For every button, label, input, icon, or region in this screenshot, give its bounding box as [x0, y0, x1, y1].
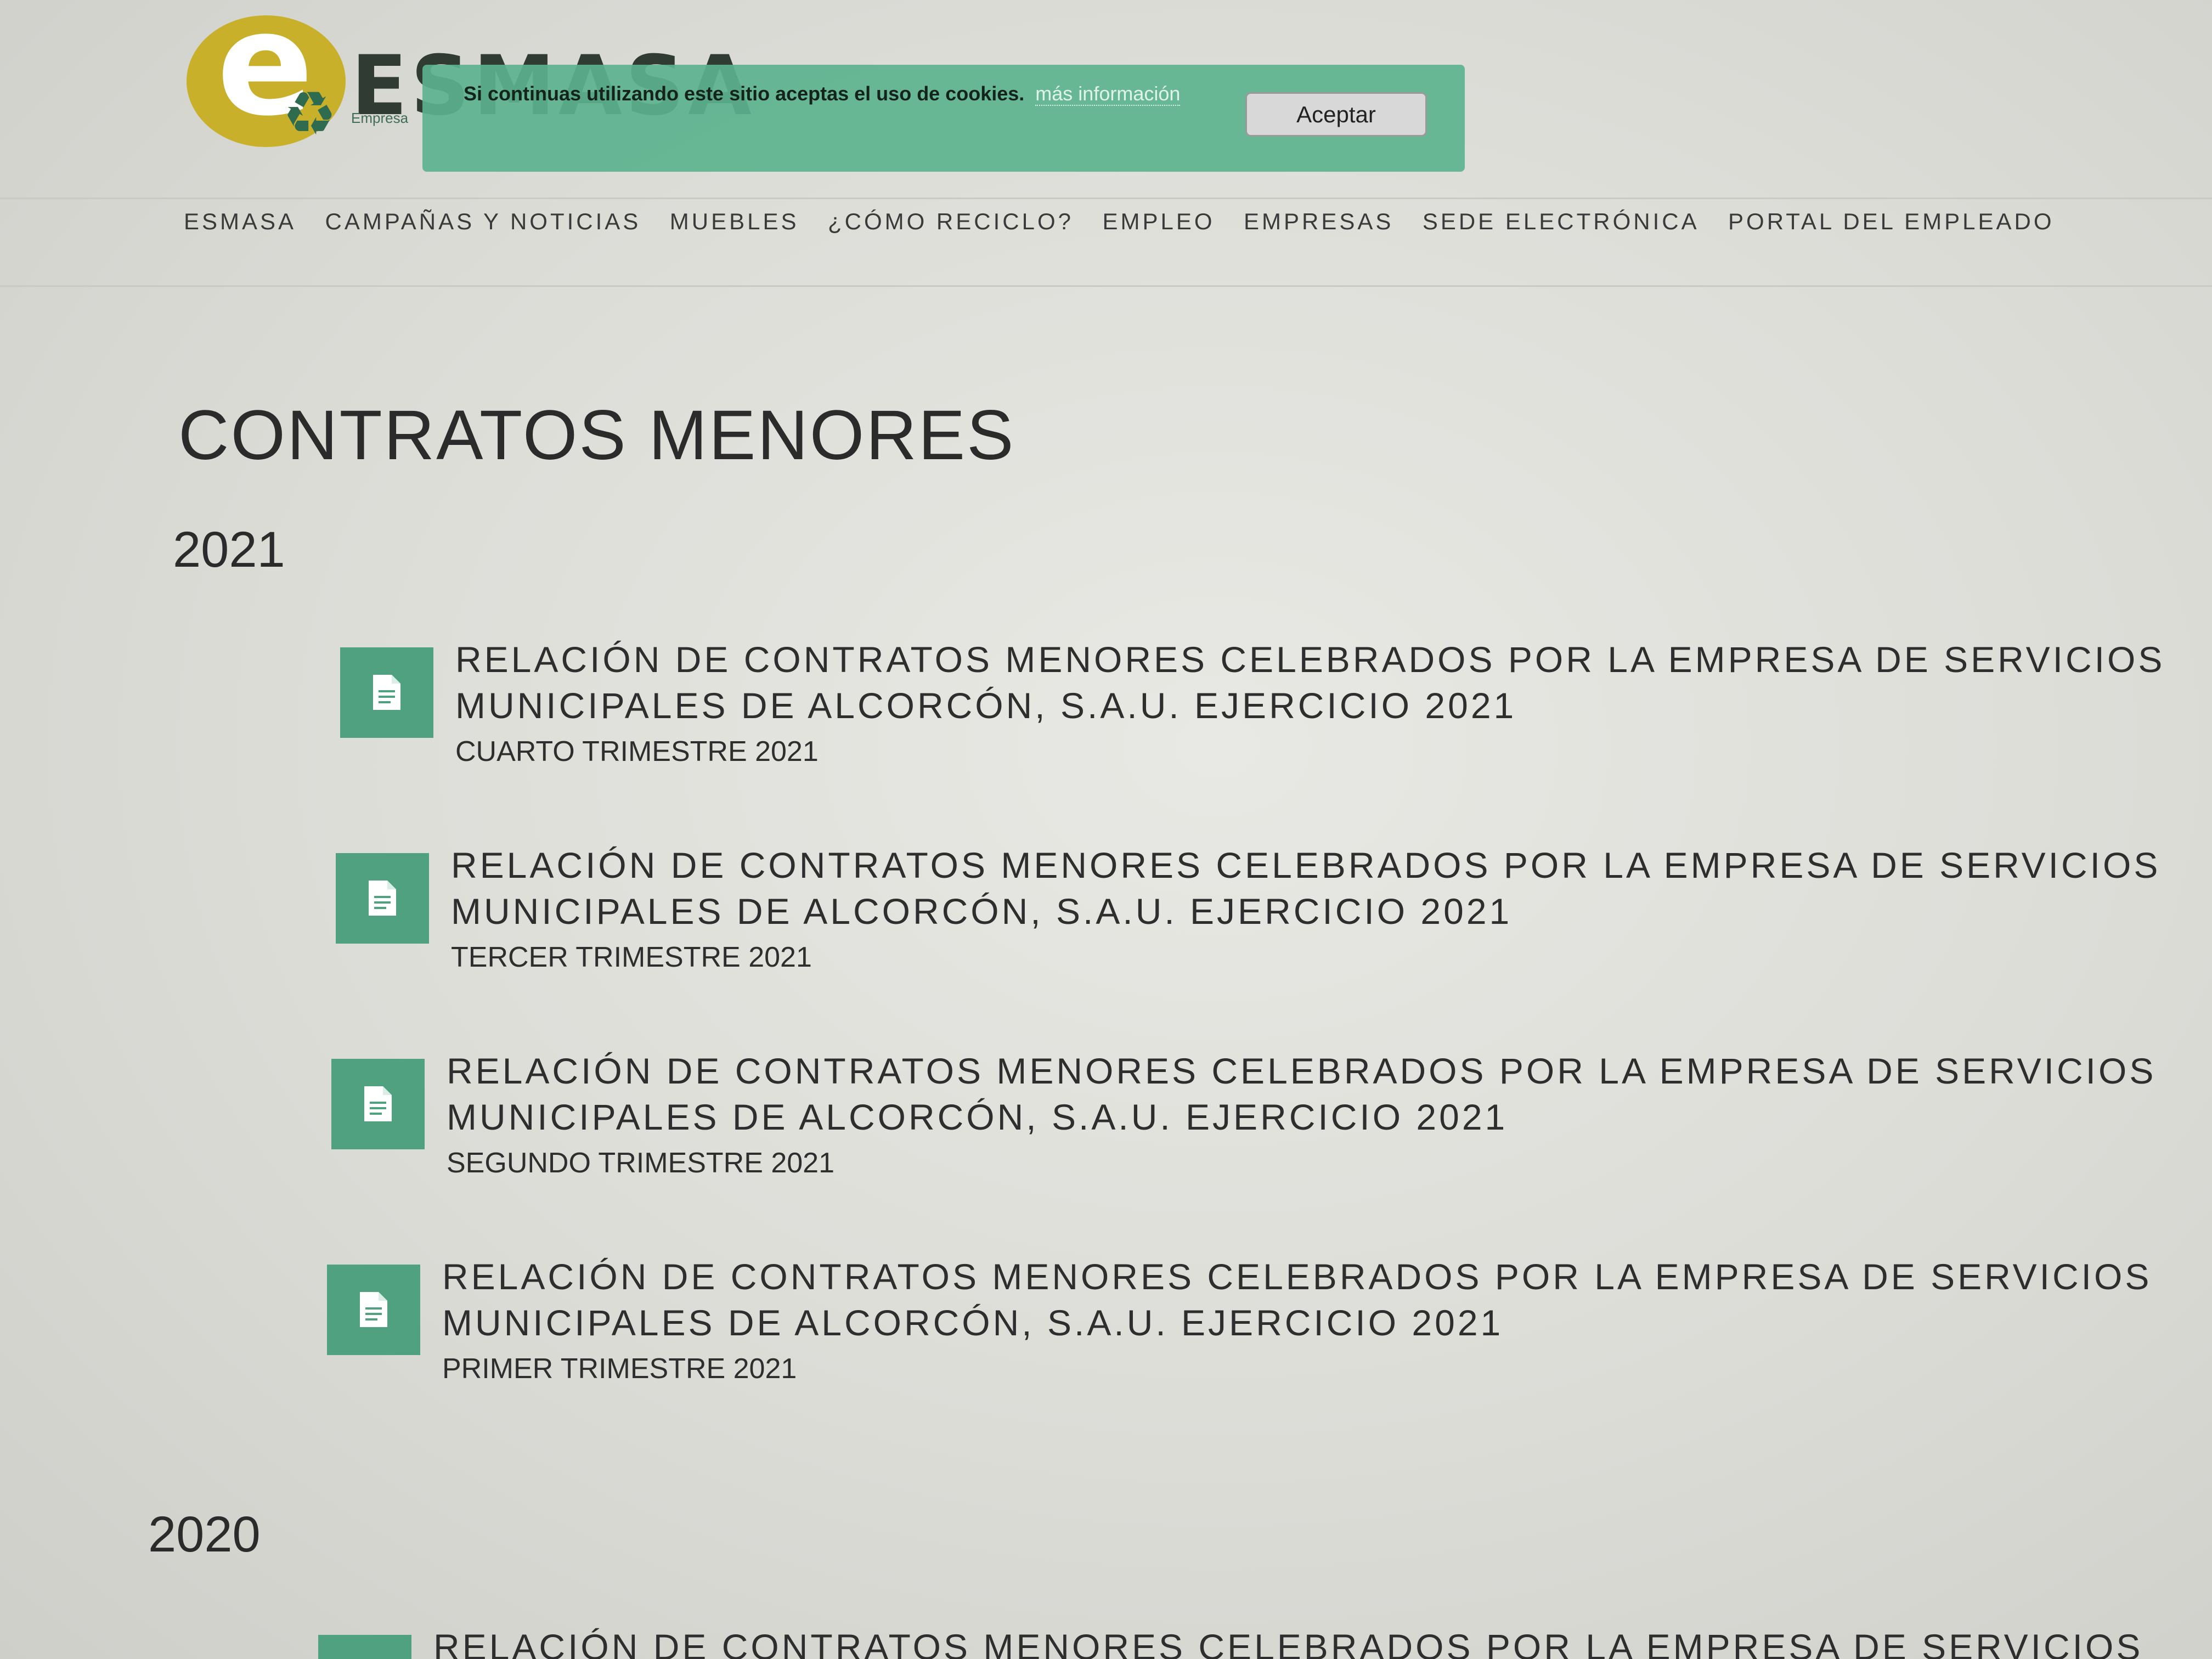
- cookie-message: Si continuas utilizando este sitio acept…: [464, 82, 1025, 105]
- recycle-icon: ♻: [283, 80, 337, 148]
- cookie-banner: Si continuas utilizando este sitio acept…: [422, 65, 1465, 172]
- nav-item-empresas[interactable]: EMPRESAS: [1244, 208, 1393, 235]
- cookie-message-row: Si continuas utilizando este sitio acept…: [464, 82, 1181, 106]
- logo-subtitle: Empresa: [351, 110, 409, 126]
- cookie-accept-button[interactable]: Aceptar: [1245, 92, 1427, 137]
- year-heading-2021: 2021: [173, 522, 285, 578]
- document-icon[interactable]: [336, 853, 429, 944]
- nav-item-empleo[interactable]: EMPLEO: [1102, 208, 1215, 235]
- document-subtitle: PRIMER TRIMESTRE 2021: [442, 1353, 797, 1385]
- nav-item-muebles[interactable]: MUEBLES: [670, 208, 799, 235]
- page: e ♻ ESMASA Empresa Si continuas utilizan…: [0, 0, 2212, 1659]
- nav-item-como-reciclo[interactable]: ¿CÓMO RECICLO?: [828, 208, 1074, 235]
- page-title: CONTRATOS MENORES: [178, 396, 1015, 475]
- document-icon[interactable]: [331, 1059, 425, 1149]
- document-icon[interactable]: [318, 1635, 411, 1659]
- document-subtitle: SEGUNDO TRIMESTRE 2021: [447, 1147, 835, 1179]
- year-heading-2020: 2020: [148, 1506, 261, 1562]
- site-logo[interactable]: e ♻: [187, 0, 346, 148]
- document-icon[interactable]: [327, 1265, 420, 1355]
- nav-bottom-divider: [0, 285, 2212, 287]
- cookie-more-info-link[interactable]: más información: [1035, 82, 1181, 106]
- document-title[interactable]: RELACIÓN DE CONTRATOS MENORES CELEBRADOS…: [433, 1624, 2189, 1659]
- document-title[interactable]: RELACIÓN DE CONTRATOS MENORES CELEBRADOS…: [451, 842, 2207, 934]
- nav-item-sede-electronica[interactable]: SEDE ELECTRÓNICA: [1423, 208, 1700, 235]
- document-subtitle: CUARTO TRIMESTRE 2021: [455, 736, 819, 768]
- main-nav: ESMASA CAMPAÑAS Y NOTICIAS MUEBLES ¿CÓMO…: [184, 208, 2159, 274]
- nav-item-portal-empleado[interactable]: PORTAL DEL EMPLEADO: [1728, 208, 2055, 235]
- nav-item-esmasa[interactable]: ESMASA: [184, 208, 296, 235]
- document-title[interactable]: RELACIÓN DE CONTRATOS MENORES CELEBRADOS…: [447, 1048, 2202, 1140]
- document-title[interactable]: RELACIÓN DE CONTRATOS MENORES CELEBRADOS…: [442, 1254, 2198, 1346]
- document-title[interactable]: RELACIÓN DE CONTRATOS MENORES CELEBRADOS…: [455, 636, 2211, 729]
- document-subtitle: TERCER TRIMESTRE 2021: [451, 941, 812, 973]
- nav-item-campanas-noticias[interactable]: CAMPAÑAS Y NOTICIAS: [325, 208, 641, 235]
- nav-top-divider: [0, 198, 2212, 199]
- document-icon[interactable]: [340, 647, 433, 738]
